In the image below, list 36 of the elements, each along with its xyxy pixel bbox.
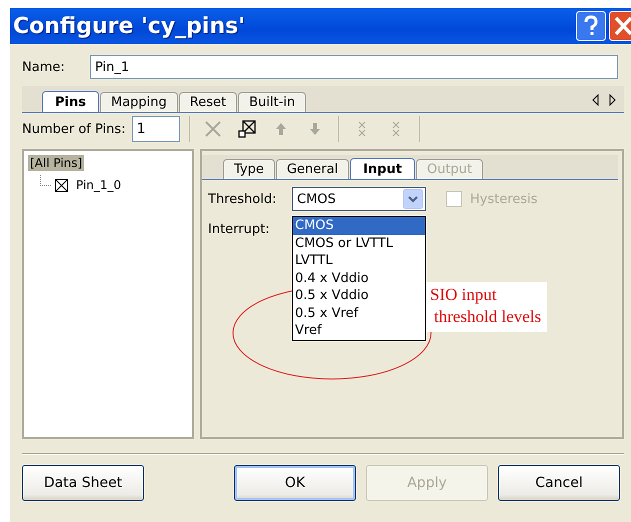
dialog-button[interactable]: Cancel <box>498 465 620 501</box>
tree-item[interactable]: Pin_1_0 <box>72 177 126 193</box>
tab[interactable]: Mapping <box>100 92 178 112</box>
tab[interactable]: Built-in <box>238 92 306 112</box>
tab[interactable]: Type <box>223 159 275 179</box>
name-label: Name: <box>22 60 66 74</box>
pin-count-field[interactable]: 1 <box>132 116 180 142</box>
dropdown-option[interactable]: 0.5 x Vddio <box>293 287 425 304</box>
pin-count-label: Number of Pins: <box>22 122 126 136</box>
tab[interactable]: Reset <box>178 92 238 112</box>
dropdown-option[interactable]: CMOS <box>293 217 425 234</box>
threshold-dropdown[interactable]: CMOS <box>292 187 426 211</box>
dropdown-option[interactable]: 0.4 x Vddio <box>293 270 425 287</box>
tab-scroll-arrows-icon[interactable] <box>592 94 616 106</box>
dropdown-option[interactable]: Vref <box>293 322 425 340</box>
interrupt-label: Interrupt: <box>208 222 271 236</box>
dialog-button[interactable]: OK <box>234 465 356 501</box>
boxed-cross-icon <box>55 178 68 192</box>
dropdown-option[interactable]: LVTTL <box>293 252 425 270</box>
close-icon[interactable] <box>609 11 631 41</box>
threshold-label: Threshold: <box>208 192 278 206</box>
tab[interactable]: Pins <box>42 91 99 112</box>
name-field[interactable]: Pin_1 <box>90 55 618 79</box>
dropdown-option[interactable]: CMOS or LVTTL <box>293 234 425 252</box>
annotation-text: threshold levels <box>433 306 542 328</box>
hysteresis-label: Hysteresis <box>470 192 538 206</box>
chevron-down-icon[interactable] <box>403 189 423 209</box>
tab[interactable]: Input <box>350 158 415 179</box>
tree-item[interactable]: [All Pins] <box>28 155 84 171</box>
boxed-cross-icon[interactable] <box>236 119 257 139</box>
help-icon[interactable] <box>576 11 606 41</box>
annotation-text: SIO input <box>430 284 498 306</box>
dropdown-option[interactable]: 0.5 x Vref <box>293 304 425 322</box>
window-title: Configure 'cy_pins' <box>13 14 246 38</box>
tab[interactable]: General <box>276 159 350 179</box>
data-sheet-button[interactable]: Data Sheet <box>22 465 144 501</box>
